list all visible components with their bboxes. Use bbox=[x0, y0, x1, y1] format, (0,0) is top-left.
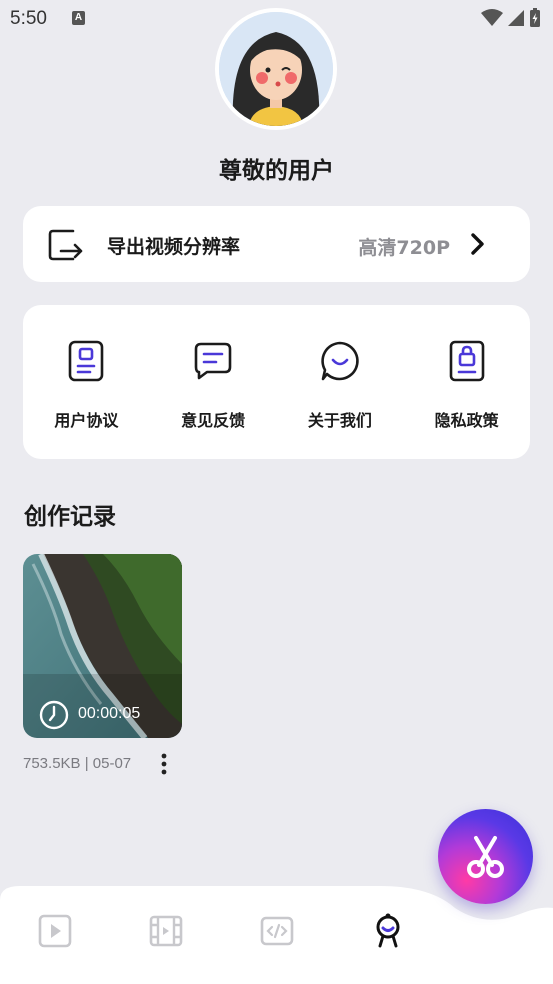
menu-item-label: 用户协议 bbox=[54, 411, 119, 430]
avatar[interactable] bbox=[215, 8, 337, 130]
menu-item-feedback[interactable]: 意见反馈 bbox=[150, 305, 277, 459]
signal-icon bbox=[508, 10, 524, 26]
battery-icon bbox=[530, 8, 540, 27]
record-thumbnail[interactable]: 00:00:05 bbox=[23, 554, 182, 738]
record-duration: 00:00:05 bbox=[78, 705, 141, 722]
menu-item-privacy-policy[interactable]: 隐私政策 bbox=[403, 305, 530, 459]
avatar-image bbox=[219, 12, 333, 126]
code-icon[interactable] bbox=[259, 913, 295, 949]
menu-item-label: 意见反馈 bbox=[181, 411, 246, 430]
record-meta: 753.5KB | 05-07 bbox=[23, 755, 132, 772]
notification-indicator-icon: A bbox=[72, 11, 85, 25]
edit-video-fab[interactable] bbox=[438, 809, 533, 904]
privacy-policy-icon bbox=[449, 340, 484, 382]
status-icons bbox=[481, 8, 541, 28]
feedback-icon bbox=[194, 342, 232, 380]
about-us-icon bbox=[321, 341, 359, 381]
menu-item-label: 关于我们 bbox=[307, 411, 372, 430]
export-icon bbox=[48, 229, 83, 261]
profile-icon[interactable] bbox=[370, 913, 406, 949]
status-time: 5:50 bbox=[10, 8, 47, 29]
wifi-icon bbox=[481, 9, 503, 26]
username: 尊敬的用户 bbox=[219, 158, 334, 184]
export-resolution-value: 高清720P bbox=[358, 237, 450, 259]
play-icon[interactable] bbox=[37, 913, 73, 949]
export-resolution-label: 导出视频分辨率 bbox=[107, 236, 241, 258]
scissors-icon bbox=[467, 836, 504, 878]
export-resolution-row[interactable]: 导出视频分辨率 高清720P bbox=[23, 206, 530, 282]
user-agreement-icon bbox=[69, 340, 104, 382]
film-icon[interactable] bbox=[148, 913, 184, 949]
menu-item-about-us[interactable]: 关于我们 bbox=[277, 305, 404, 459]
menu-item-user-agreement[interactable]: 用户协议 bbox=[23, 305, 150, 459]
menu-card: 用户协议 意见反馈 关于我们 隐私政策 bbox=[23, 305, 530, 459]
records-section-title: 创作记录 bbox=[24, 504, 116, 530]
clock-icon bbox=[39, 700, 69, 730]
chevron-right-icon bbox=[471, 233, 484, 255]
menu-item-label: 隐私政策 bbox=[434, 411, 499, 430]
more-options-icon[interactable] bbox=[157, 752, 171, 776]
